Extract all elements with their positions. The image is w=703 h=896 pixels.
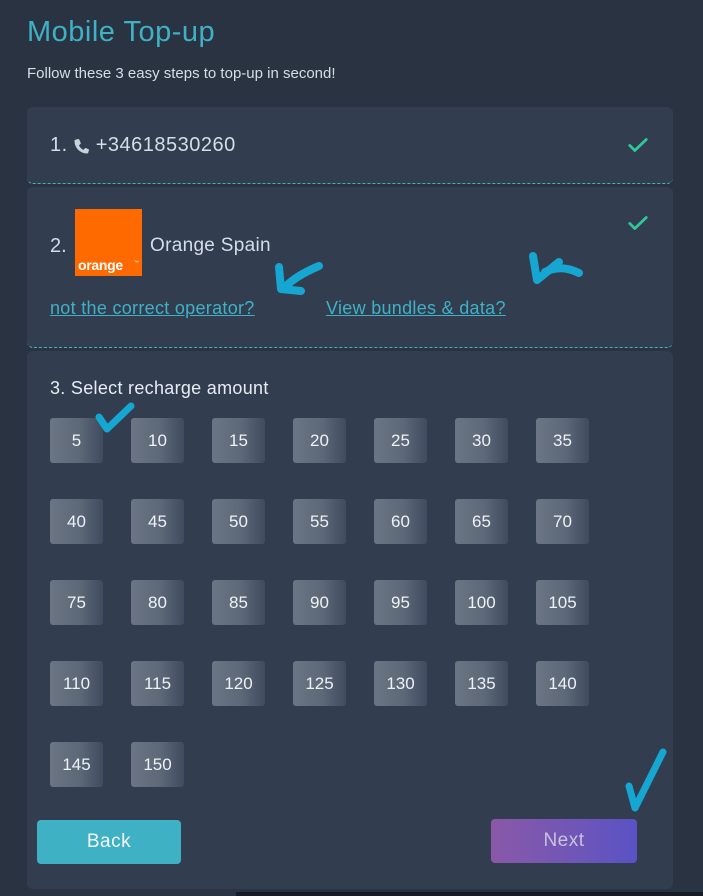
- amount-option[interactable]: 85: [212, 580, 265, 625]
- page-title: Mobile Top-up: [27, 16, 216, 48]
- step-1-number: 1.: [50, 134, 68, 156]
- view-bundles-link[interactable]: View bundles & data?: [326, 298, 506, 319]
- amount-option[interactable]: 60: [374, 499, 427, 544]
- amount-option[interactable]: 135: [455, 661, 508, 706]
- amount-option[interactable]: 105: [536, 580, 589, 625]
- phone-icon: [72, 136, 92, 156]
- back-button[interactable]: Back: [37, 820, 181, 864]
- amount-option[interactable]: 145: [50, 742, 103, 787]
- annotation-arrow-icon: [275, 262, 323, 295]
- amount-option[interactable]: 140: [536, 661, 589, 706]
- step-3-title: 3. Select recharge amount: [50, 378, 269, 398]
- annotation-arrow-icon: [529, 252, 583, 284]
- amount-option[interactable]: 100: [455, 580, 508, 625]
- amount-option[interactable]: 75: [50, 580, 103, 625]
- wrong-operator-link[interactable]: not the correct operator?: [50, 298, 255, 319]
- annotation-check-icon: [95, 402, 135, 433]
- amount-option[interactable]: 45: [131, 499, 184, 544]
- amount-option[interactable]: 30: [455, 418, 508, 463]
- amount-option[interactable]: 70: [536, 499, 589, 544]
- amount-option[interactable]: 95: [374, 580, 427, 625]
- step-2-number: 2.: [50, 235, 67, 257]
- trademark-mark: ™: [134, 260, 139, 266]
- amount-option[interactable]: 55: [293, 499, 346, 544]
- operator-logo-text: orange: [78, 257, 123, 273]
- amount-option[interactable]: 35: [536, 418, 589, 463]
- check-icon: [628, 216, 648, 230]
- amount-option[interactable]: 110: [50, 661, 103, 706]
- amount-option[interactable]: 50: [212, 499, 265, 544]
- operator-logo: orange ™: [75, 209, 142, 276]
- amount-option[interactable]: 65: [455, 499, 508, 544]
- amount-option[interactable]: 125: [293, 661, 346, 706]
- amount-option[interactable]: 25: [374, 418, 427, 463]
- phone-number: +34618530260: [95, 134, 236, 156]
- operator-name: Orange Spain: [150, 235, 271, 256]
- amount-option[interactable]: 115: [131, 661, 184, 706]
- page-subtitle: Follow these 3 easy steps to top-up in s…: [27, 65, 336, 82]
- step-3-card: 3. Select recharge amount 5 10 15 20 25 30 35 4…: [27, 351, 673, 889]
- amount-option[interactable]: 40: [50, 499, 103, 544]
- page: { "header": { "title": "Mobile Top-up", …: [0, 0, 703, 896]
- amount-option[interactable]: 80: [131, 580, 184, 625]
- amount-option[interactable]: 150: [131, 742, 184, 787]
- amount-option[interactable]: 20: [293, 418, 346, 463]
- annotation-check-icon: [625, 748, 667, 812]
- bottom-bar: [236, 892, 703, 896]
- amount-option[interactable]: 120: [212, 661, 265, 706]
- amount-option[interactable]: 90: [293, 580, 346, 625]
- step-2-card: 2. orange ™ Orange Spain not the correct…: [27, 187, 673, 348]
- amount-option[interactable]: 130: [374, 661, 427, 706]
- amount-option[interactable]: 10: [131, 418, 184, 463]
- check-icon: [628, 138, 648, 152]
- next-button[interactable]: Next: [491, 819, 637, 863]
- amount-option[interactable]: 15: [212, 418, 265, 463]
- step-1-summary: 1. +34618530260: [50, 134, 236, 157]
- step-1-card[interactable]: 1. +34618530260: [27, 107, 673, 184]
